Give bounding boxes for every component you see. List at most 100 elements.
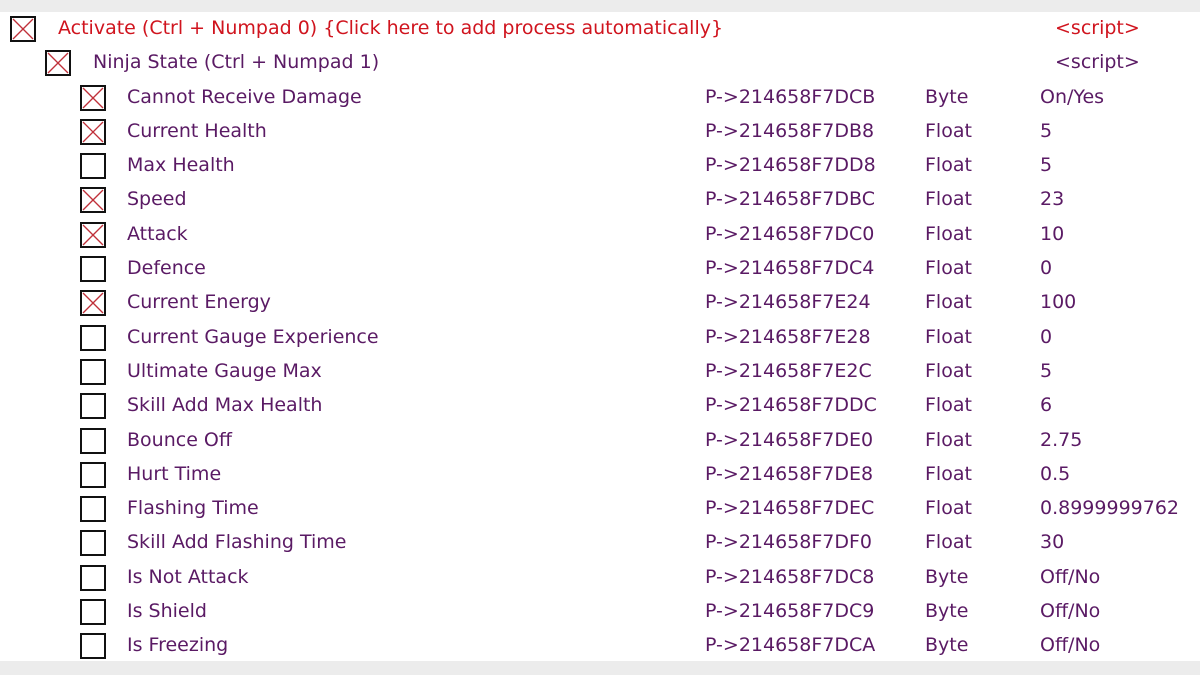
table-row[interactable]: Current Gauge Experience P->214658F7E28 Fl… [0, 321, 1200, 355]
entry-type: Float [925, 497, 972, 520]
entry-value[interactable]: 0 [1040, 326, 1052, 348]
table-row[interactable]: Current Energy P->214658F7E24 Float 100 [0, 286, 1200, 320]
entry-value[interactable]: Off/No [1040, 634, 1100, 656]
entry-address: P->214658F7DC8 [705, 565, 875, 588]
table-row[interactable]: Max Health P->214658F7DD8 Float 5 [0, 149, 1200, 183]
entry-value[interactable]: Off/No [1040, 600, 1100, 622]
table-row[interactable]: Bounce Off P->214658F7DE0 Float 2.75 [0, 424, 1200, 458]
entry-value[interactable]: 5 [1040, 154, 1052, 176]
entry-value[interactable]: 0.8999999762 [1040, 497, 1179, 519]
table-row[interactable]: Defence P->214658F7DC4 Float 0 [0, 252, 1200, 286]
entry-description: Attack [127, 222, 188, 245]
active-checkbox[interactable] [10, 16, 36, 42]
entry-type: Byte [925, 600, 969, 623]
active-checkbox[interactable] [80, 256, 106, 283]
entry-value[interactable]: 5 [1040, 360, 1052, 382]
entry-type: Float [925, 257, 972, 280]
entry-value[interactable]: 0.5 [1040, 463, 1070, 485]
entry-type: Float [925, 154, 972, 177]
bottom-border [0, 661, 1200, 675]
active-checkbox[interactable] [80, 358, 106, 385]
entry-description: Cannot Receive Damage [127, 85, 362, 108]
active-checkbox[interactable] [45, 50, 71, 77]
entry-type: Float [925, 428, 972, 451]
active-checkbox[interactable] [80, 564, 106, 591]
table-row[interactable]: Cannot Receive Damage P->214658F7DCB Byte O… [0, 81, 1200, 115]
entry-address: P->214658F7DEC [705, 497, 875, 520]
entry-description: Current Health [127, 119, 267, 142]
top-border [0, 0, 1200, 12]
active-checkbox[interactable] [80, 118, 106, 145]
active-checkbox[interactable] [80, 496, 106, 523]
table-row[interactable]: Activate (Ctrl + Numpad 0) {Click here t… [0, 12, 1200, 46]
entry-value[interactable]: <script> [1055, 17, 1140, 39]
entry-description: Skill Add Flashing Time [127, 531, 347, 554]
entry-value[interactable]: 23 [1040, 188, 1064, 210]
entry-address: P->214658F7E24 [705, 291, 871, 314]
entry-description: Activate (Ctrl + Numpad 0) {Click here t… [58, 17, 724, 39]
entry-address: P->214658F7DE0 [705, 428, 874, 451]
entry-description: Current Gauge Experience [127, 325, 379, 348]
entry-value[interactable]: Off/No [1040, 566, 1100, 588]
active-checkbox[interactable] [80, 427, 106, 454]
entry-value[interactable]: On/Yes [1040, 86, 1104, 108]
entry-type: Byte [925, 565, 969, 588]
entry-address: P->214658F7E2C [705, 359, 872, 382]
active-checkbox[interactable] [80, 187, 106, 214]
entry-description: Current Energy [127, 291, 271, 314]
entry-value[interactable]: 5 [1040, 120, 1052, 142]
entry-value[interactable]: 100 [1040, 291, 1076, 313]
entry-description: Hurt Time [127, 462, 222, 485]
entry-description: Max Health [127, 154, 235, 177]
active-checkbox[interactable] [80, 461, 106, 488]
entry-value[interactable]: 2.75 [1040, 429, 1082, 451]
entry-value[interactable]: 30 [1040, 531, 1064, 553]
entry-type: Float [925, 188, 972, 211]
table-row[interactable]: Attack P->214658F7DC0 Float 10 [0, 218, 1200, 252]
entry-description: Ninja State (Ctrl + Numpad 1) [93, 51, 380, 74]
active-checkbox[interactable] [80, 599, 106, 626]
active-checkbox[interactable] [80, 221, 106, 248]
entry-address: P->214658F7DCA [705, 634, 876, 657]
entry-address: P->214658F7E28 [705, 325, 871, 348]
entry-address: P->214658F7DC9 [705, 600, 875, 623]
entry-address: P->214658F7DC0 [705, 222, 875, 245]
active-checkbox[interactable] [80, 84, 106, 111]
table-row[interactable]: Skill Add Max Health P->214658F7DDC Float 6 [0, 389, 1200, 423]
entry-address: P->214658F7DE8 [705, 462, 874, 485]
entry-address: P->214658F7DC4 [705, 257, 875, 280]
active-checkbox[interactable] [80, 530, 106, 557]
entry-description: Ultimate Gauge Max [127, 359, 322, 382]
table-row[interactable]: Ultimate Gauge Max P->214658F7E2C Float 5 [0, 355, 1200, 389]
entry-address: P->214658F7DD8 [705, 154, 876, 177]
entry-address: P->214658F7DF0 [705, 531, 873, 554]
entry-description: Bounce Off [127, 428, 232, 451]
active-checkbox[interactable] [80, 290, 106, 317]
table-row[interactable]: Speed P->214658F7DBC Float 23 [0, 183, 1200, 217]
active-checkbox[interactable] [80, 324, 106, 351]
entry-type: Float [925, 291, 972, 314]
entry-value[interactable]: 6 [1040, 394, 1052, 416]
active-checkbox[interactable] [80, 153, 106, 180]
entry-description: Skill Add Max Health [127, 394, 323, 417]
table-row[interactable]: Is Freezing P->214658F7DCA Byte Off/No [0, 629, 1200, 663]
table-row[interactable]: Skill Add Flashing Time P->214658F7DF0 Flo… [0, 526, 1200, 560]
table-row[interactable]: Is Not Attack P->214658F7DC8 Byte Off/No [0, 561, 1200, 595]
entry-type: Float [925, 119, 972, 142]
entry-description: Defence [127, 257, 206, 280]
table-row[interactable]: Ninja State (Ctrl + Numpad 1) <script> [0, 46, 1200, 80]
entry-description: Is Freezing [127, 634, 229, 657]
table-row[interactable]: Current Health P->214658F7DB8 Float 5 [0, 115, 1200, 149]
active-checkbox[interactable] [80, 393, 106, 420]
entry-value[interactable]: 10 [1040, 223, 1064, 245]
entry-address: P->214658F7DCB [705, 85, 876, 108]
entry-type: Float [925, 222, 972, 245]
active-checkbox[interactable] [80, 633, 106, 660]
table-row[interactable]: Hurt Time P->214658F7DE8 Float 0.5 [0, 458, 1200, 492]
entry-type: Float [925, 394, 972, 417]
table-row[interactable]: Flashing Time P->214658F7DEC Float 0.899999… [0, 492, 1200, 526]
table-row[interactable]: Is Shield P->214658F7DC9 Byte Off/No [0, 595, 1200, 629]
entry-type: Float [925, 325, 972, 348]
entry-value[interactable]: <script> [1055, 51, 1140, 73]
entry-value[interactable]: 0 [1040, 257, 1052, 279]
